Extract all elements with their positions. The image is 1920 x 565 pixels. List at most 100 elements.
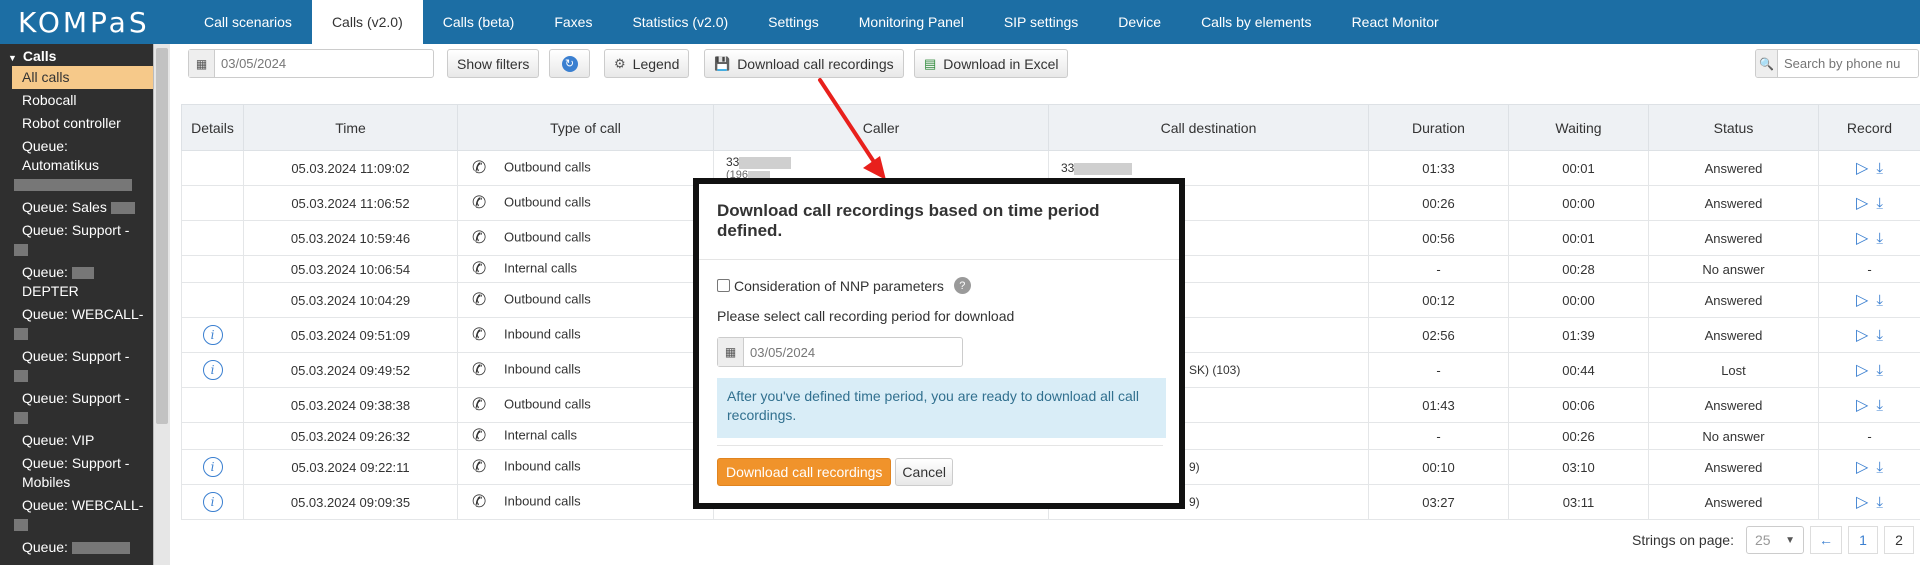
search-icon[interactable]: 🔍 bbox=[1756, 50, 1778, 77]
column-header-waiting[interactable]: Waiting bbox=[1508, 104, 1649, 151]
status-cell: Answered bbox=[1648, 282, 1819, 318]
duration-cell: 00:56 bbox=[1368, 220, 1509, 256]
sidebar-item-queue-automatikus[interactable]: Queue: Automatikus bbox=[0, 135, 153, 196]
time-cell: 05.03.2024 10:06:54 bbox=[243, 255, 458, 283]
date-input[interactable] bbox=[215, 50, 425, 77]
column-header-time[interactable]: Time bbox=[243, 104, 458, 151]
help-icon[interactable]: ? bbox=[953, 277, 971, 294]
info-icon[interactable]: i bbox=[202, 457, 223, 477]
nnp-checkbox-row[interactable]: Consideration of NNP parameters ? bbox=[717, 277, 1163, 294]
info-icon[interactable]: i bbox=[202, 325, 223, 345]
download-icon[interactable]: ⤓ bbox=[1876, 459, 1883, 476]
play-icon[interactable]: ▷ bbox=[1856, 492, 1868, 512]
details-cell: i bbox=[181, 317, 244, 353]
sidebar-item-queue-webcall-1[interactable]: Queue: WEBCALL- bbox=[0, 303, 153, 345]
refresh-button[interactable]: ↻ bbox=[549, 49, 590, 78]
column-header-record[interactable]: Record bbox=[1818, 104, 1920, 151]
sidebar-item-queue-last[interactable]: Queue: bbox=[0, 536, 153, 559]
kompas-logo[interactable]: KOMPaS bbox=[0, 0, 184, 44]
download-icon[interactable]: ⤓ bbox=[1876, 362, 1883, 379]
page-1-button[interactable]: 1 bbox=[1847, 526, 1878, 554]
per-page-select[interactable]: 25 ▼ bbox=[1745, 526, 1804, 554]
play-icon[interactable]: ▷ bbox=[1856, 228, 1868, 248]
phone-search-input[interactable] bbox=[1778, 50, 1918, 77]
modal-date-input[interactable] bbox=[744, 338, 954, 366]
destination-number-text: 33 bbox=[1061, 161, 1075, 175]
previous-page-button[interactable]: ← bbox=[1809, 526, 1842, 554]
play-icon[interactable]: ▷ bbox=[1856, 193, 1868, 213]
sidebar-scrollbar-thumb[interactable] bbox=[156, 48, 168, 424]
type-cell: ✆ Outbound calls bbox=[457, 185, 714, 221]
gear-icon: ⚙ bbox=[614, 55, 626, 71]
download-icon[interactable]: ⤓ bbox=[1876, 327, 1883, 344]
tab-device[interactable]: Device bbox=[1098, 0, 1181, 44]
calendar-icon[interactable]: ▦ bbox=[718, 338, 744, 366]
tab-react-monitor[interactable]: React Monitor bbox=[1332, 0, 1459, 44]
info-icon[interactable]: i bbox=[202, 360, 223, 380]
sidebar-item-queue-depter[interactable]: Queue: DEPTER bbox=[0, 261, 153, 303]
type-cell: ✆ Inbound calls bbox=[457, 317, 714, 353]
sidebar-item-robocall[interactable]: Robocall bbox=[0, 89, 153, 112]
download-recordings-button[interactable]: 💾 Download call recordings bbox=[704, 49, 904, 78]
cancel-button[interactable]: Cancel bbox=[895, 458, 954, 486]
play-icon[interactable]: ▷ bbox=[1856, 360, 1868, 380]
confirm-download-button[interactable]: Download call recordings bbox=[717, 458, 892, 486]
column-header-status[interactable]: Status bbox=[1648, 104, 1819, 151]
tab-sip-settings[interactable]: SIP settings bbox=[984, 0, 1098, 44]
status-cell: Answered bbox=[1648, 317, 1819, 353]
page-2-button[interactable]: 2 bbox=[1883, 526, 1914, 554]
tab-settings[interactable]: Settings bbox=[748, 0, 839, 44]
call-type-text: Inbound calls bbox=[504, 458, 581, 474]
download-icon[interactable]: ⤓ bbox=[1876, 397, 1883, 414]
tab-statistics-v2[interactable]: Statistics (v2.0) bbox=[612, 0, 748, 44]
download-icon[interactable]: ⤓ bbox=[1876, 195, 1883, 212]
legend-button[interactable]: ⚙ Legend bbox=[604, 49, 690, 78]
download-excel-button[interactable]: ▤ Download in Excel bbox=[914, 49, 1069, 78]
show-filters-button[interactable]: Show filters bbox=[447, 49, 540, 78]
column-header-destination[interactable]: Call destination bbox=[1048, 104, 1369, 151]
phone-search[interactable]: 🔍 bbox=[1755, 49, 1919, 78]
column-header-caller[interactable]: Caller bbox=[713, 104, 1049, 151]
sidebar-item-queue-support-3[interactable]: Queue: Support - bbox=[0, 387, 153, 429]
tab-calls-v2[interactable]: Calls (v2.0) bbox=[311, 0, 423, 44]
tab-faxes[interactable]: Faxes bbox=[534, 0, 612, 44]
pagination: Strings on page: 25 ▼ ← 1 2 bbox=[1632, 526, 1914, 554]
play-icon[interactable]: ▷ bbox=[1856, 457, 1868, 477]
tab-call-scenarios[interactable]: Call scenarios bbox=[184, 0, 312, 44]
sidebar-scrollbar[interactable] bbox=[153, 44, 170, 565]
download-icon[interactable]: ⤓ bbox=[1876, 160, 1883, 177]
column-header-details[interactable]: Details bbox=[181, 104, 244, 151]
sidebar-item-robot-controller[interactable]: Robot controller bbox=[0, 112, 153, 135]
download-recordings-label: Download call recordings bbox=[737, 55, 894, 72]
column-header-type[interactable]: Type of call bbox=[457, 104, 714, 151]
sidebar-item-queue-vip[interactable]: Queue: VIP bbox=[0, 429, 153, 452]
sidebar-item-queue-support-mobiles[interactable]: Queue: Support - Mobiles bbox=[0, 452, 153, 494]
phone-icon: ✆ bbox=[472, 228, 487, 247]
play-icon[interactable]: ▷ bbox=[1856, 325, 1868, 345]
download-icon[interactable]: ⤓ bbox=[1876, 230, 1883, 247]
play-icon[interactable]: ▷ bbox=[1856, 158, 1868, 178]
play-icon[interactable]: ▷ bbox=[1856, 395, 1868, 415]
tab-calls-by-elements[interactable]: Calls by elements bbox=[1181, 0, 1332, 44]
calendar-icon[interactable]: ▦ bbox=[189, 50, 215, 77]
tab-calls-beta[interactable]: Calls (beta) bbox=[423, 0, 535, 44]
sidebar-item-queue-support-2[interactable]: Queue: Support - bbox=[0, 345, 153, 387]
tab-monitoring-panel[interactable]: Monitoring Panel bbox=[839, 0, 984, 44]
date-filter[interactable]: ▦ bbox=[188, 49, 434, 78]
column-header-duration[interactable]: Duration bbox=[1368, 104, 1509, 151]
info-icon[interactable]: i bbox=[202, 492, 223, 512]
download-icon[interactable]: ⤓ bbox=[1876, 494, 1883, 511]
toolbar: ▦ Show filters ↻ ⚙ Legend 💾 Download call … bbox=[183, 48, 1920, 82]
sidebar-item-queue-support-1[interactable]: Queue: Support - bbox=[0, 219, 153, 261]
sidebar-item-all-calls[interactable]: All calls bbox=[12, 66, 153, 89]
sidebar-section-calls[interactable]: ▼ Calls bbox=[0, 44, 153, 66]
sidebar-item-queue-sales[interactable]: Queue: Sales bbox=[0, 196, 153, 219]
record-actions: ▷ ⤓ bbox=[1856, 158, 1883, 178]
sidebar-item-queue-webcall-2[interactable]: Queue: WEBCALL- bbox=[0, 494, 153, 536]
modal-date-filter[interactable]: ▦ bbox=[717, 337, 963, 367]
play-icon[interactable]: ▷ bbox=[1856, 290, 1868, 310]
nnp-checkbox[interactable] bbox=[717, 279, 730, 292]
redacted-text bbox=[71, 267, 94, 280]
download-icon[interactable]: ⤓ bbox=[1876, 292, 1883, 309]
waiting-cell: 00:28 bbox=[1508, 255, 1649, 283]
